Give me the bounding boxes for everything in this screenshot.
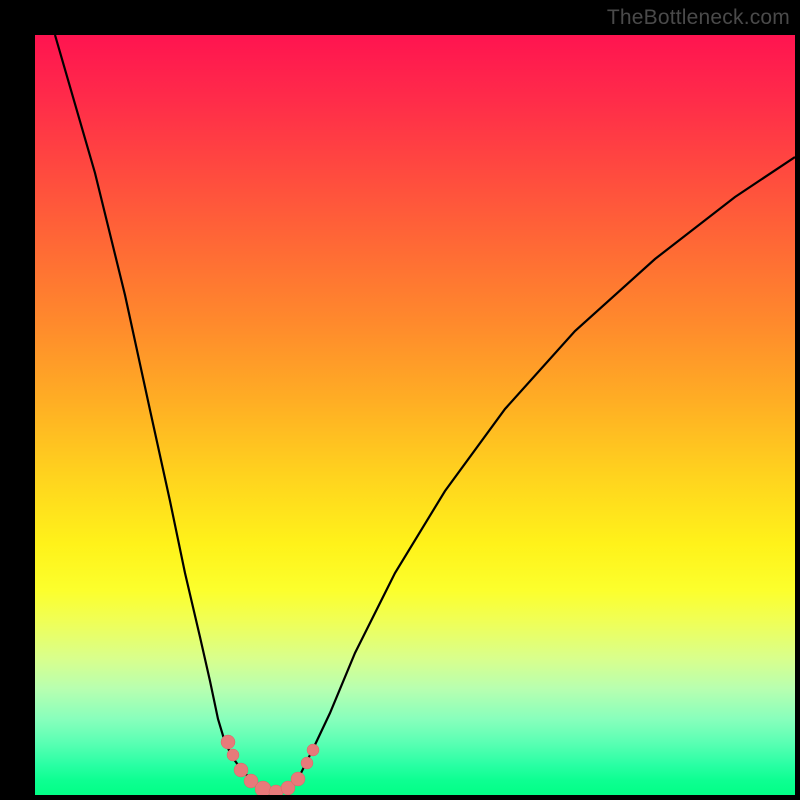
valley-marker (234, 763, 248, 777)
valley-marker (307, 744, 319, 756)
valley-marker (221, 735, 235, 749)
watermark-text: TheBottleneck.com (607, 6, 790, 30)
chart-overlay-svg (35, 35, 795, 795)
valley-marker (269, 785, 283, 795)
bottleneck-curve (55, 35, 795, 793)
chart-plot-area (35, 35, 795, 795)
valley-marker (255, 781, 271, 795)
valley-marker (227, 749, 239, 761)
valley-marker (291, 772, 305, 786)
valley-marker (301, 757, 313, 769)
